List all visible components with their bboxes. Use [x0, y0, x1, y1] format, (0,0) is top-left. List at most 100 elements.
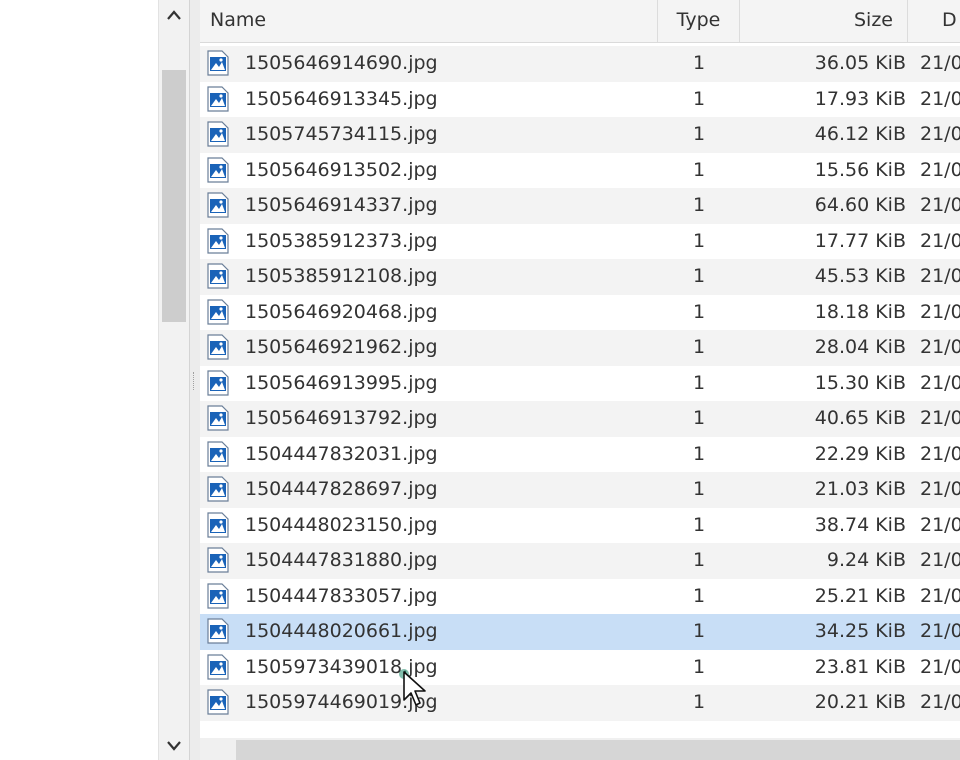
image-file-icon [207, 85, 229, 112]
file-name: 1505646914690.jpg [245, 52, 438, 74]
file-date: 21/0 [920, 123, 960, 145]
file-size: 21.03 KiB [814, 478, 906, 500]
file-date: 21/0 [920, 300, 960, 323]
chevron-down-icon[interactable] [159, 730, 189, 760]
file-type: 1 [692, 513, 706, 536]
file-size: 15.30 KiB [814, 371, 906, 394]
table-row[interactable]: 1505646913345.jpg 1 17.93 KiB 21/0 [200, 82, 960, 118]
file-date: 21/0 [920, 52, 960, 74]
table-row[interactable]: 1505646913792.jpg 1 40.65 KiB 21/0 [200, 401, 960, 437]
file-type: 1 [692, 123, 706, 145]
file-name: 1505646913792.jpg [245, 407, 438, 429]
file-name: 1505646921962.jpg [245, 336, 438, 358]
table-row[interactable]: 1505646914337.jpg 1 64.60 KiB 21/0 [200, 188, 960, 224]
file-name: 1504448023150.jpg [245, 513, 438, 536]
table-row[interactable]: 1505745734115.jpg 1 46.12 KiB 21/0 [200, 117, 960, 153]
horizontal-scrollbar-thumb[interactable] [236, 740, 960, 760]
file-size: 17.77 KiB [814, 229, 906, 252]
file-name: 1505646920468.jpg [245, 300, 438, 323]
file-size: 22.29 KiB [814, 442, 906, 465]
file-name: 1505385912373.jpg [245, 229, 438, 252]
image-file-icon [207, 405, 229, 431]
file-type: 1 [692, 371, 706, 394]
table-row[interactable]: 1505646920468.jpg 1 18.18 KiB 21/0 [200, 295, 960, 331]
image-file-icon [207, 156, 229, 183]
file-date: 21/0 [920, 549, 960, 571]
chevron-up-icon[interactable] [159, 0, 189, 30]
table-row[interactable]: 1505646913995.jpg 1 15.30 KiB 21/0 [200, 366, 960, 402]
column-header-name[interactable]: Name [200, 0, 658, 42]
file-type: 1 [692, 407, 706, 429]
file-type: 1 [692, 691, 706, 713]
file-size: 9.24 KiB [826, 549, 906, 571]
file-type: 1 [692, 300, 706, 323]
table-row[interactable]: 1504447833057.jpg 1 25.21 KiB 21/0 [200, 579, 960, 615]
file-size: 45.53 KiB [814, 265, 906, 287]
file-date: 21/0 [920, 371, 960, 394]
table-row[interactable]: 1504448023150.jpg 1 38.74 KiB 21/0 [200, 508, 960, 544]
file-type: 1 [692, 194, 706, 216]
file-type: 1 [692, 336, 706, 358]
image-file-icon [207, 263, 229, 289]
tree-vertical-scrollbar[interactable] [158, 0, 189, 760]
file-name: 1504447828697.jpg [245, 478, 438, 500]
table-row-selected[interactable]: 1504448020661.jpg 1 34.25 KiB 21/0 [200, 614, 960, 650]
file-date: 21/0 [920, 194, 960, 216]
scrollbar-thumb[interactable] [162, 70, 186, 322]
image-file-icon [207, 689, 229, 715]
table-row[interactable]: 1504447832031.jpg 1 22.29 KiB 21/0 [200, 437, 960, 473]
column-header-type[interactable]: Type [658, 0, 740, 42]
image-file-icon [207, 476, 229, 502]
image-file-icon [207, 192, 229, 218]
file-date: 21/0 [920, 229, 960, 252]
table-row[interactable]: 1504447828697.jpg 1 21.03 KiB 21/0 [200, 472, 960, 508]
table-row[interactable]: 1505646921962.jpg 1 28.04 KiB 21/0 [200, 330, 960, 366]
file-size: 25.21 KiB [814, 584, 906, 607]
file-type: 1 [692, 229, 706, 252]
image-file-icon [207, 511, 229, 538]
table-row[interactable]: 1505646913502.jpg 1 15.56 KiB 21/0 [200, 153, 960, 189]
file-date: 21/0 [920, 87, 960, 110]
horizontal-scrollbar[interactable] [200, 738, 960, 760]
file-type: 1 [692, 584, 706, 607]
file-type: 1 [692, 442, 706, 465]
file-type: 1 [692, 549, 706, 571]
table-row[interactable]: 1505973439018.jpg 1 23.81 KiB 21/0 [200, 650, 960, 686]
file-date: 21/0 [920, 620, 960, 642]
file-size: 34.25 KiB [814, 620, 906, 642]
table-row[interactable]: 1505385912108.jpg 1 45.53 KiB 21/0 [200, 259, 960, 295]
column-header-size[interactable]: Size [740, 0, 908, 42]
table-row[interactable]: 1505646914690.jpg 1 36.05 KiB 21/0 [200, 46, 960, 82]
file-rows: 1505646914690.jpg 1 36.05 KiB 21/0 150564691… [200, 46, 960, 721]
file-type: 1 [692, 87, 706, 110]
file-name: 1505646914337.jpg [245, 194, 438, 216]
file-size: 15.56 KiB [814, 158, 906, 181]
image-file-icon [207, 121, 229, 147]
file-size: 20.21 KiB [814, 691, 906, 713]
image-file-icon [207, 618, 229, 644]
file-type: 1 [692, 655, 706, 678]
image-file-icon [207, 369, 229, 396]
file-type: 1 [692, 478, 706, 500]
file-date: 21/0 [920, 442, 960, 465]
column-header-date[interactable]: D [908, 0, 960, 42]
file-date: 21/0 [920, 407, 960, 429]
folder-tree-pane [0, 0, 158, 760]
image-file-icon [207, 582, 229, 609]
file-date: 21/0 [920, 655, 960, 678]
file-name: 1504447831880.jpg [245, 549, 438, 571]
file-size: 64.60 KiB [814, 194, 906, 216]
file-list: Name Type Size D 1505646914690.jpg 1 36.05… [200, 0, 960, 760]
file-name: 1505646913995.jpg [245, 371, 438, 394]
table-row[interactable]: 1504447831880.jpg 1 9.24 KiB 21/0 [200, 543, 960, 579]
table-row[interactable]: 1505385912373.jpg 1 17.77 KiB 21/0 [200, 224, 960, 260]
file-name: 1505385912108.jpg [245, 265, 438, 287]
file-type: 1 [692, 265, 706, 287]
file-name: 1504447832031.jpg [245, 442, 438, 465]
image-file-icon [207, 653, 229, 680]
table-row[interactable]: 1505974469019.jpg 1 20.21 KiB 21/0 [200, 685, 960, 721]
image-file-icon [207, 334, 229, 360]
image-file-icon [207, 50, 229, 76]
splitter-grip[interactable] [193, 372, 197, 390]
mouse-cursor-icon [398, 668, 432, 712]
